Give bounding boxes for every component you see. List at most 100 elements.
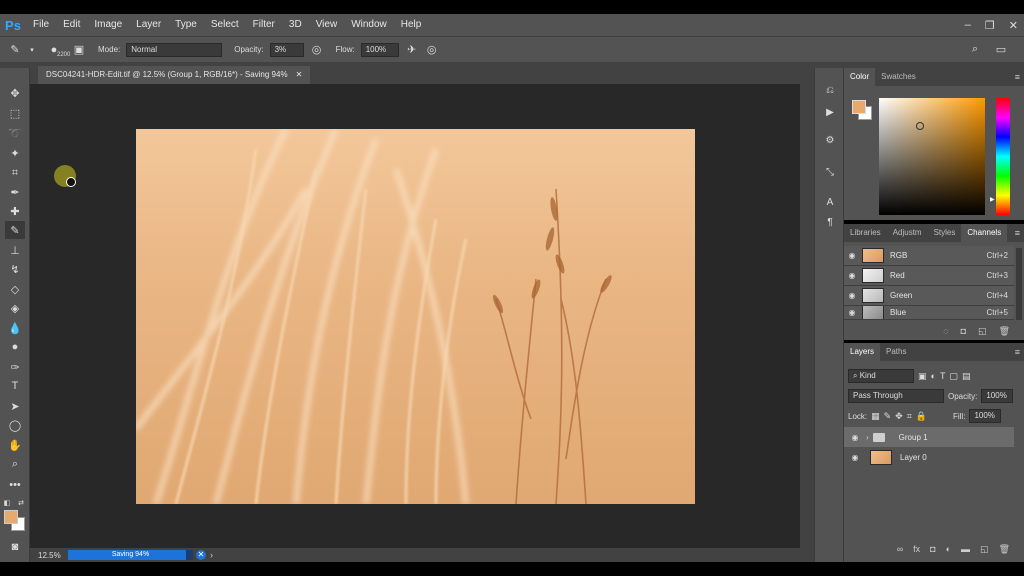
chevron-right-icon[interactable]: ›	[210, 550, 213, 560]
transform-panel-icon[interactable]: ⤡	[822, 164, 838, 180]
layer-row-layer-0[interactable]: ◉ Layer 0	[844, 447, 1014, 467]
eye-icon[interactable]: ◉	[844, 308, 860, 317]
fx-icon[interactable]: fx	[913, 544, 920, 558]
trash-icon[interactable]: 🗑	[999, 544, 1010, 558]
eye-icon[interactable]: ◉	[844, 453, 866, 462]
tab-paths[interactable]: Paths	[880, 343, 912, 361]
opacity-input[interactable]: 3%	[269, 42, 304, 57]
menu-type[interactable]: Type	[168, 14, 204, 36]
menu-filter[interactable]: Filter	[246, 14, 282, 36]
layer-opacity-input[interactable]: 100%	[981, 389, 1014, 403]
healing-tool-icon[interactable]: ✚	[5, 202, 25, 220]
pen-tool-icon[interactable]: ✑	[5, 358, 25, 376]
history-panel-icon[interactable]: ⎌	[822, 82, 838, 98]
menu-edit[interactable]: Edit	[56, 14, 87, 36]
marquee-tool-icon[interactable]: ⬚	[5, 104, 25, 122]
load-selection-icon[interactable]: ◌	[943, 326, 948, 336]
adjustment-layer-icon[interactable]: ◐	[946, 544, 951, 558]
cancel-save-icon[interactable]: ✕	[196, 550, 206, 560]
blend-mode-select[interactable]: Pass Through	[848, 389, 944, 403]
saturation-brightness-field[interactable]	[879, 98, 985, 215]
panel-menu-icon[interactable]: ≡	[1015, 343, 1020, 361]
quick-select-tool-icon[interactable]: ✦	[5, 144, 25, 162]
zoom-level[interactable]: 12.5%	[30, 551, 68, 560]
properties-panel-icon[interactable]: ⚙	[822, 132, 838, 148]
mode-select[interactable]: Normal	[126, 42, 223, 57]
color-picker-marker[interactable]	[916, 122, 924, 130]
layer-row-group-1[interactable]: ◉ › Group 1	[844, 427, 1014, 447]
tab-channels[interactable]: Channels	[961, 224, 1008, 242]
tab-libraries[interactable]: Libraries	[844, 224, 887, 242]
eyedropper-tool-icon[interactable]: ✒	[5, 183, 25, 201]
hue-slider-arrow-icon[interactable]: ▶	[990, 196, 995, 203]
menu-help[interactable]: Help	[394, 14, 429, 36]
close-tab-icon[interactable]: ✕	[296, 66, 303, 84]
menu-layer[interactable]: Layer	[129, 14, 168, 36]
chevron-right-icon[interactable]: ›	[866, 433, 869, 442]
airbrush-icon[interactable]: ✈	[405, 43, 419, 57]
channel-row-blue[interactable]: ◉ Blue Ctrl+5	[844, 306, 1014, 320]
channel-row-red[interactable]: ◉ Red Ctrl+3	[844, 266, 1014, 286]
shape-tool-icon[interactable]: ◯	[5, 416, 25, 434]
workspace-icon[interactable]: ▭	[994, 43, 1008, 57]
document-tab[interactable]: DSC04241-HDR-Edit.tif @ 12.5% (Group 1, …	[38, 66, 311, 84]
flow-input[interactable]: 100%	[360, 42, 399, 57]
fill-input[interactable]: 100%	[969, 409, 1002, 423]
menu-window[interactable]: Window	[344, 14, 394, 36]
eraser-tool-icon[interactable]: ◇	[5, 280, 25, 298]
restore-button[interactable]: ❐	[985, 19, 995, 32]
menu-view[interactable]: View	[309, 14, 345, 36]
crop-tool-icon[interactable]: ⌗	[5, 164, 25, 182]
paint-bucket-icon[interactable]: ◈	[5, 299, 25, 317]
foreground-color-swatch[interactable]	[4, 510, 18, 524]
add-mask-icon[interactable]: ◘	[930, 544, 935, 558]
brush-tool-icon[interactable]: ✎	[5, 221, 25, 239]
pressure-size-icon[interactable]: ◎	[425, 43, 439, 57]
search-icon[interactable]: ⌕	[968, 43, 982, 57]
stamp-tool-icon[interactable]: ⊥	[5, 241, 25, 259]
filter-icons[interactable]: ▣◐T▢▤	[918, 371, 974, 382]
history-brush-icon[interactable]: ↯	[5, 260, 25, 278]
eye-icon[interactable]: ◉	[844, 251, 860, 260]
eye-icon[interactable]: ◉	[844, 433, 866, 442]
brush-tool-icon[interactable]: ✎	[8, 43, 22, 57]
quick-mask-icon[interactable]: ◙	[5, 538, 25, 556]
move-tool-icon[interactable]: ✥	[5, 84, 25, 102]
tab-color[interactable]: Color	[844, 68, 876, 86]
layer-filter-kind[interactable]: ⌕ Kind	[848, 369, 914, 383]
pressure-opacity-icon[interactable]: ◎	[310, 43, 324, 57]
eye-icon[interactable]: ◉	[844, 271, 860, 280]
new-group-icon[interactable]: ▬	[961, 544, 970, 558]
panel-menu-icon[interactable]: ≡	[1015, 68, 1020, 86]
menu-3d[interactable]: 3D	[282, 14, 309, 36]
close-button[interactable]: ✕	[1009, 19, 1018, 32]
eye-icon[interactable]: ◉	[844, 291, 860, 300]
hue-slider[interactable]	[996, 98, 1010, 215]
lasso-tool-icon[interactable]: ➰	[5, 124, 25, 142]
zoom-tool-icon[interactable]: ⌕	[5, 455, 25, 473]
minimize-button[interactable]: –	[965, 19, 971, 31]
tab-styles[interactable]: Styles	[928, 224, 962, 242]
menu-select[interactable]: Select	[204, 14, 246, 36]
type-tool-icon[interactable]: T	[5, 377, 25, 395]
chevron-down-icon[interactable]: ▾	[28, 43, 36, 57]
menu-image[interactable]: Image	[87, 14, 129, 36]
paragraph-panel-icon[interactable]: ¶	[822, 214, 838, 230]
tab-layers[interactable]: Layers	[844, 343, 881, 361]
path-select-icon[interactable]: ➤	[5, 397, 25, 415]
save-selection-icon[interactable]: ◘	[961, 326, 966, 336]
blur-tool-icon[interactable]: 💧	[5, 319, 25, 337]
tab-adjustments[interactable]: Adjustm	[887, 224, 928, 242]
hand-tool-icon[interactable]: ✋	[5, 436, 25, 454]
menu-file[interactable]: File	[26, 14, 56, 36]
color-fg-swatch[interactable]	[852, 100, 866, 114]
tab-swatches[interactable]: Swatches	[875, 68, 922, 86]
actions-panel-icon[interactable]: ▶	[822, 104, 838, 120]
more-tools-icon[interactable]: •••	[5, 476, 25, 494]
lock-icons[interactable]: ▦✎✥⌗🔒	[871, 411, 931, 422]
panel-menu-icon[interactable]: ≡	[1015, 224, 1020, 242]
trash-icon[interactable]: 🗑	[999, 326, 1010, 337]
document-image[interactable]	[136, 129, 695, 504]
dodge-tool-icon[interactable]: ●	[5, 338, 25, 356]
channels-scrollbar[interactable]	[1016, 248, 1022, 320]
